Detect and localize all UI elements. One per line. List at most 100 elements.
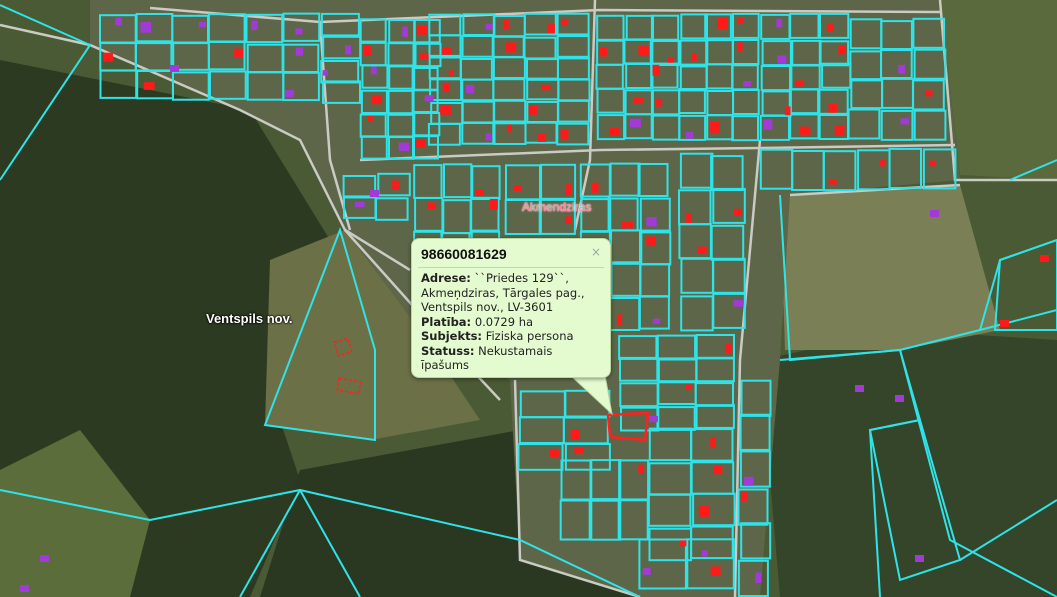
building <box>599 47 607 57</box>
building <box>475 189 484 196</box>
building <box>685 132 694 139</box>
building <box>415 139 426 148</box>
building <box>170 65 179 72</box>
building <box>743 476 754 486</box>
building <box>686 213 692 223</box>
building <box>634 97 643 104</box>
building <box>466 84 475 94</box>
building <box>549 449 559 458</box>
building <box>855 385 864 392</box>
building <box>737 17 744 24</box>
building <box>442 82 450 93</box>
building <box>441 47 452 55</box>
building <box>489 199 498 210</box>
building <box>322 70 328 76</box>
building <box>40 555 49 562</box>
row-key: Statuss: <box>421 343 475 358</box>
building <box>698 506 710 517</box>
building <box>652 318 661 324</box>
building <box>1040 255 1049 262</box>
row-value: Fiziska persona <box>485 329 574 343</box>
building <box>777 55 787 64</box>
building <box>879 160 886 167</box>
building <box>642 568 651 575</box>
building <box>655 98 663 107</box>
building <box>371 66 377 75</box>
parcel-info-popup[interactable]: 98660081629 × Adrese: ``Priedes 129``, A… <box>411 238 611 378</box>
building <box>737 41 743 51</box>
building <box>776 18 783 28</box>
building <box>566 184 572 195</box>
building <box>513 185 522 191</box>
popup-row-status: Statuss: Nekustamais īpašums <box>421 344 604 373</box>
building <box>609 128 620 136</box>
village-label: Akmendziras <box>522 200 592 214</box>
building <box>428 202 436 209</box>
building <box>929 160 936 167</box>
building <box>794 80 805 87</box>
building <box>710 437 716 449</box>
building <box>733 300 743 307</box>
building <box>652 64 660 76</box>
popup-row-address: Adrese: ``Priedes 129``, Akmeņdziras, Tā… <box>421 271 604 315</box>
building <box>616 314 623 325</box>
popup-row-subject: Subjekts: Fiziska persona <box>421 329 604 344</box>
parcel-id: 98660081629 <box>421 246 507 262</box>
building <box>143 82 155 90</box>
building <box>505 42 517 53</box>
county-label: Ventspils nov. <box>206 311 293 326</box>
building <box>709 121 720 133</box>
row-value: 0.0729 ha <box>474 314 534 329</box>
building <box>592 182 599 193</box>
building <box>898 64 906 74</box>
building <box>364 45 371 56</box>
building <box>743 81 752 87</box>
building <box>638 46 649 56</box>
building <box>402 26 408 37</box>
building <box>691 53 697 61</box>
building <box>424 95 434 102</box>
building <box>295 47 303 56</box>
building <box>713 465 723 475</box>
building <box>828 103 837 113</box>
building <box>900 118 909 125</box>
building <box>547 24 555 34</box>
building <box>679 540 687 547</box>
building <box>140 21 152 33</box>
building <box>345 45 352 55</box>
building <box>371 94 382 105</box>
building <box>924 90 933 97</box>
row-key: Adrese: <box>421 271 471 285</box>
building <box>649 415 658 423</box>
building <box>763 119 773 130</box>
building <box>1000 320 1009 327</box>
building <box>838 45 846 55</box>
building <box>667 57 674 63</box>
building <box>538 133 547 142</box>
building <box>20 585 29 592</box>
building <box>528 105 538 115</box>
field-ne <box>940 0 1057 180</box>
building <box>370 190 379 197</box>
popup-divider <box>418 267 604 268</box>
building <box>392 180 399 190</box>
forest-area-east <box>760 330 1057 597</box>
building <box>419 52 429 59</box>
building <box>448 70 454 77</box>
building <box>686 384 693 390</box>
building <box>697 246 707 254</box>
close-icon[interactable]: × <box>591 245 601 259</box>
building <box>895 395 904 402</box>
building <box>506 124 512 133</box>
building <box>565 216 572 224</box>
building <box>784 106 791 116</box>
row-key: Subjekts: <box>421 329 483 343</box>
building <box>740 491 747 501</box>
building <box>570 429 580 439</box>
building <box>115 17 122 26</box>
building <box>725 344 732 354</box>
popup-row-area: Platība: 0.0729 ha <box>421 315 604 330</box>
building <box>285 90 294 97</box>
building <box>198 21 206 28</box>
building <box>103 52 113 62</box>
